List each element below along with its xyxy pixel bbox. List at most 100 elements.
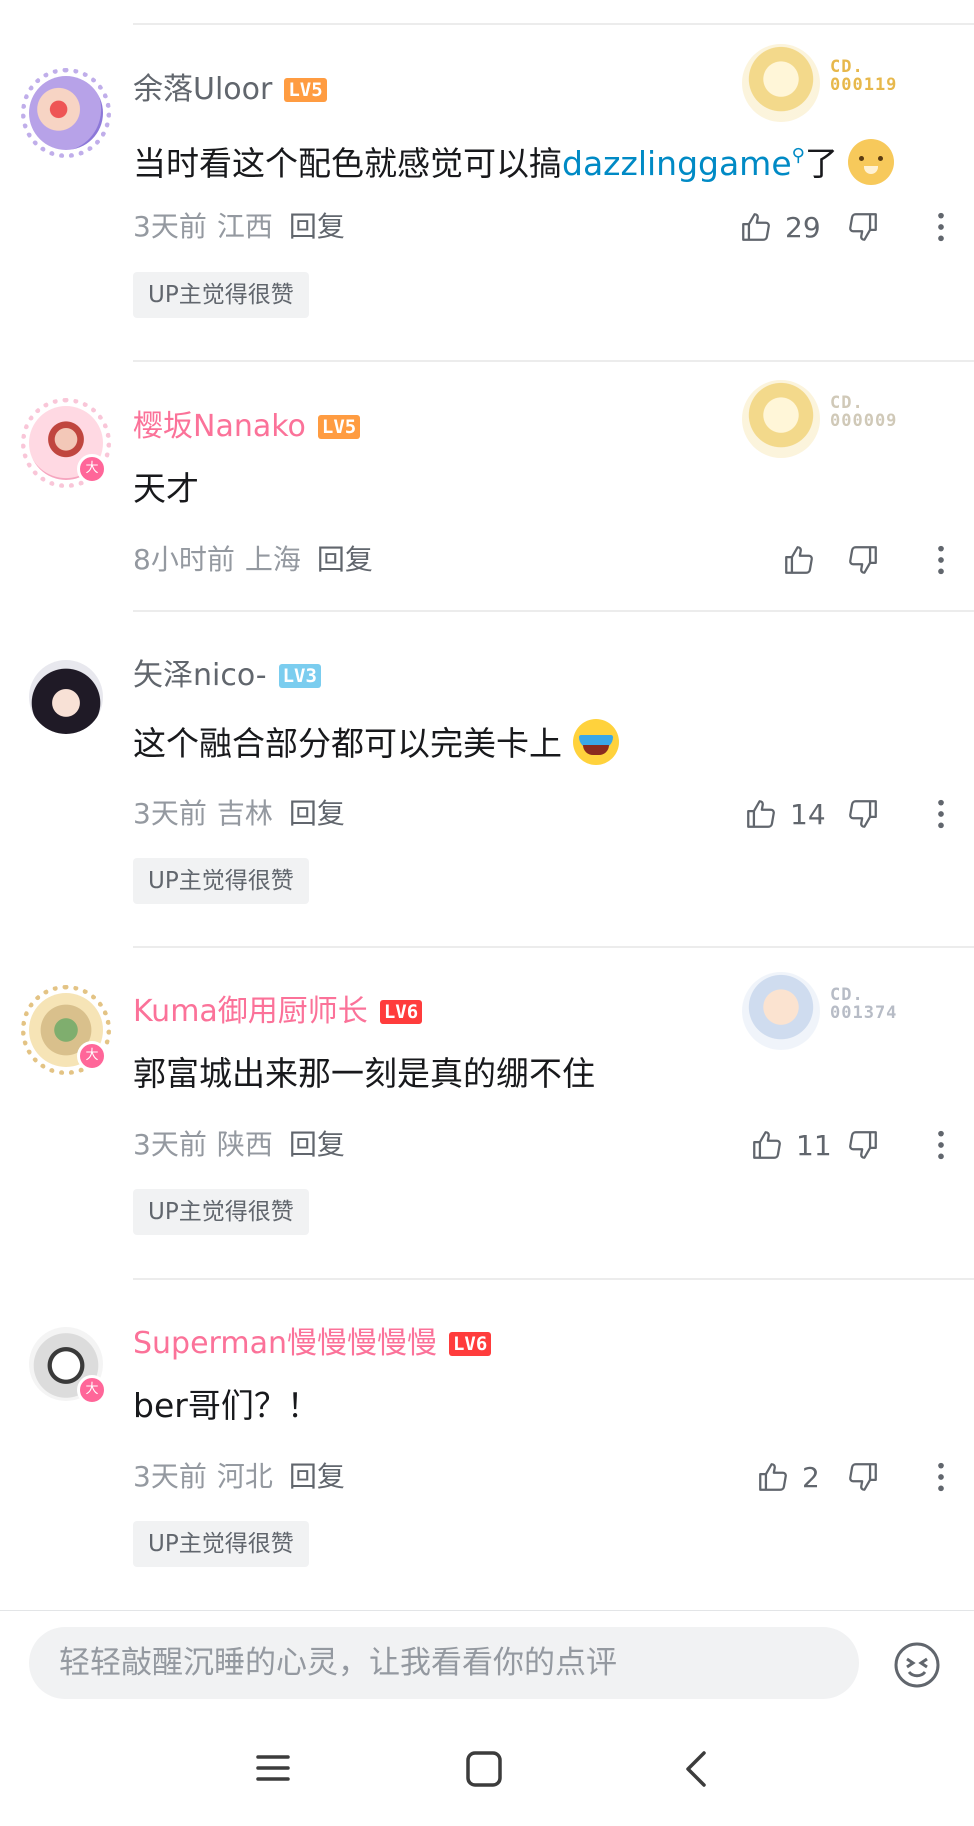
level-badge: LV6 (379, 1000, 423, 1024)
up-liked-tag: UP主觉得很赞 (133, 858, 309, 904)
comment-actions (724, 540, 974, 580)
username[interactable]: 樱坂Nanako LV5 (133, 407, 361, 447)
avatar[interactable] (21, 68, 111, 158)
more-vertical-icon (938, 1462, 944, 1492)
like-button[interactable]: 14 (744, 794, 826, 834)
dislike-button[interactable] (846, 540, 880, 580)
comment-actions: 29 (724, 207, 974, 247)
back-icon (686, 1751, 706, 1787)
username[interactable]: Superman慢慢慢慢慢 LV6 (133, 1324, 492, 1364)
more-button[interactable] (926, 207, 956, 247)
like-count: 11 (796, 1128, 832, 1162)
comment-time: 8小时前 (133, 543, 235, 576)
thumb-down-icon (849, 800, 877, 828)
home-button[interactable] (465, 1750, 503, 1792)
more-button[interactable] (926, 1457, 956, 1497)
reply-button[interactable]: 回复 (289, 210, 345, 243)
comment-location: 河北 (216, 1460, 273, 1493)
comment-divider (133, 1278, 974, 1280)
more-button[interactable] (926, 1125, 956, 1165)
dislike-button[interactable] (846, 207, 880, 247)
search-icon: ⚲ (791, 145, 805, 166)
top-divider (133, 23, 974, 25)
comment-text: 郭富城出来那一刻是真的绷不住 (133, 1054, 595, 1093)
comment-text: 当时看这个配色就感觉可以搞dazzlinggame⚲了 (133, 133, 895, 187)
thumb-up-icon (747, 800, 775, 828)
comment-text: ber哥们？！ (133, 1386, 320, 1425)
avatar[interactable]: 大 (21, 398, 111, 488)
like-button[interactable]: 11 (750, 1125, 832, 1165)
comment-meta: 3天前 江西 回复 (133, 207, 345, 247)
comment-meta: 3天前 陕西 回复 (133, 1125, 345, 1165)
more-button[interactable] (926, 794, 956, 834)
username[interactable]: Kuma御用厨师长 LV6 (133, 992, 423, 1032)
like-button[interactable]: 2 (756, 1457, 820, 1497)
fan-number: CD. 000009 (830, 393, 898, 431)
thumb-up-icon (759, 1463, 787, 1491)
fan-medal[interactable]: CD. 000009 (742, 380, 954, 460)
thumb-up-icon (742, 213, 770, 241)
comment-divider (133, 360, 974, 362)
fan-medal[interactable]: CD. 001374 (742, 972, 954, 1052)
up-liked-tag: UP主觉得很赞 (133, 1521, 309, 1567)
avatar[interactable] (29, 660, 103, 734)
level-badge: LV3 (278, 664, 321, 688)
avatar[interactable]: 大 (21, 985, 111, 1075)
username-text[interactable]: 矢泽nico- (133, 658, 267, 693)
comment-input[interactable]: 轻轻敲醒沉睡的心灵，让我看看你的点评 (29, 1627, 859, 1699)
back-button[interactable] (682, 1750, 710, 1792)
fan-medal[interactable]: CD. 000119 (742, 44, 954, 124)
home-icon (466, 1751, 502, 1787)
thumb-up-icon (753, 1131, 781, 1159)
dislike-button[interactable] (846, 1457, 880, 1497)
comment-text: 这个融合部分都可以完美卡上 (133, 719, 619, 767)
comment-divider (133, 946, 974, 948)
comment-time: 3天前 (133, 210, 207, 243)
comment-text-part: 了 (804, 144, 838, 183)
laugh-cry-emoji (572, 719, 619, 765)
comment-location: 上海 (244, 543, 301, 576)
thumb-up-icon (785, 546, 813, 574)
fan-medal-icon (742, 44, 820, 122)
username-text[interactable]: 樱坂Nanako (133, 409, 306, 444)
avatar[interactable]: 大 (29, 1327, 107, 1405)
more-button[interactable] (926, 540, 956, 580)
comment-location: 陕西 (216, 1128, 273, 1161)
dislike-button[interactable] (846, 1125, 880, 1165)
more-vertical-icon (938, 1130, 944, 1160)
comment-location: 江西 (216, 210, 273, 243)
username-text[interactable]: Superman慢慢慢慢慢 (133, 1326, 437, 1361)
comment-time: 3天前 (133, 1128, 207, 1161)
reply-button[interactable]: 回复 (289, 1128, 345, 1161)
username-text[interactable]: Kuma御用厨师长 (133, 994, 368, 1029)
fan-medal-icon (742, 972, 820, 1050)
menu-button[interactable] (255, 1750, 291, 1790)
username-text[interactable]: 余落Uloor (133, 72, 272, 107)
thumb-down-icon (849, 546, 877, 574)
thumb-down-icon (849, 213, 877, 241)
comment-location: 吉林 (216, 797, 273, 830)
level-badge: LV5 (317, 415, 361, 439)
vip-badge: 大 (77, 1375, 107, 1405)
comment-actions: 11 (724, 1125, 974, 1165)
emoji-button[interactable] (893, 1641, 941, 1693)
like-button[interactable] (782, 540, 816, 580)
thumb-down-icon (849, 1131, 877, 1159)
dislike-button[interactable] (846, 794, 880, 834)
search-link-text[interactable]: dazzlinggame (562, 144, 792, 183)
reply-button[interactable]: 回复 (317, 543, 373, 576)
fan-number: CD. 000119 (830, 57, 898, 95)
comment-text-part: 这个融合部分都可以完美卡上 (133, 724, 562, 763)
more-vertical-icon (938, 799, 944, 829)
more-vertical-icon (938, 212, 944, 242)
reply-button[interactable]: 回复 (289, 797, 345, 830)
like-count: 2 (802, 1460, 820, 1494)
search-link[interactable]: dazzlinggame⚲ (562, 144, 805, 183)
thumb-down-icon (849, 1463, 877, 1491)
reply-button[interactable]: 回复 (289, 1460, 345, 1493)
username[interactable]: 矢泽nico- LV3 (133, 656, 321, 696)
comment-divider (133, 610, 974, 612)
username[interactable]: 余落Uloor LV5 (133, 70, 327, 110)
like-count: 14 (790, 797, 826, 831)
like-button[interactable]: 29 (739, 207, 821, 247)
